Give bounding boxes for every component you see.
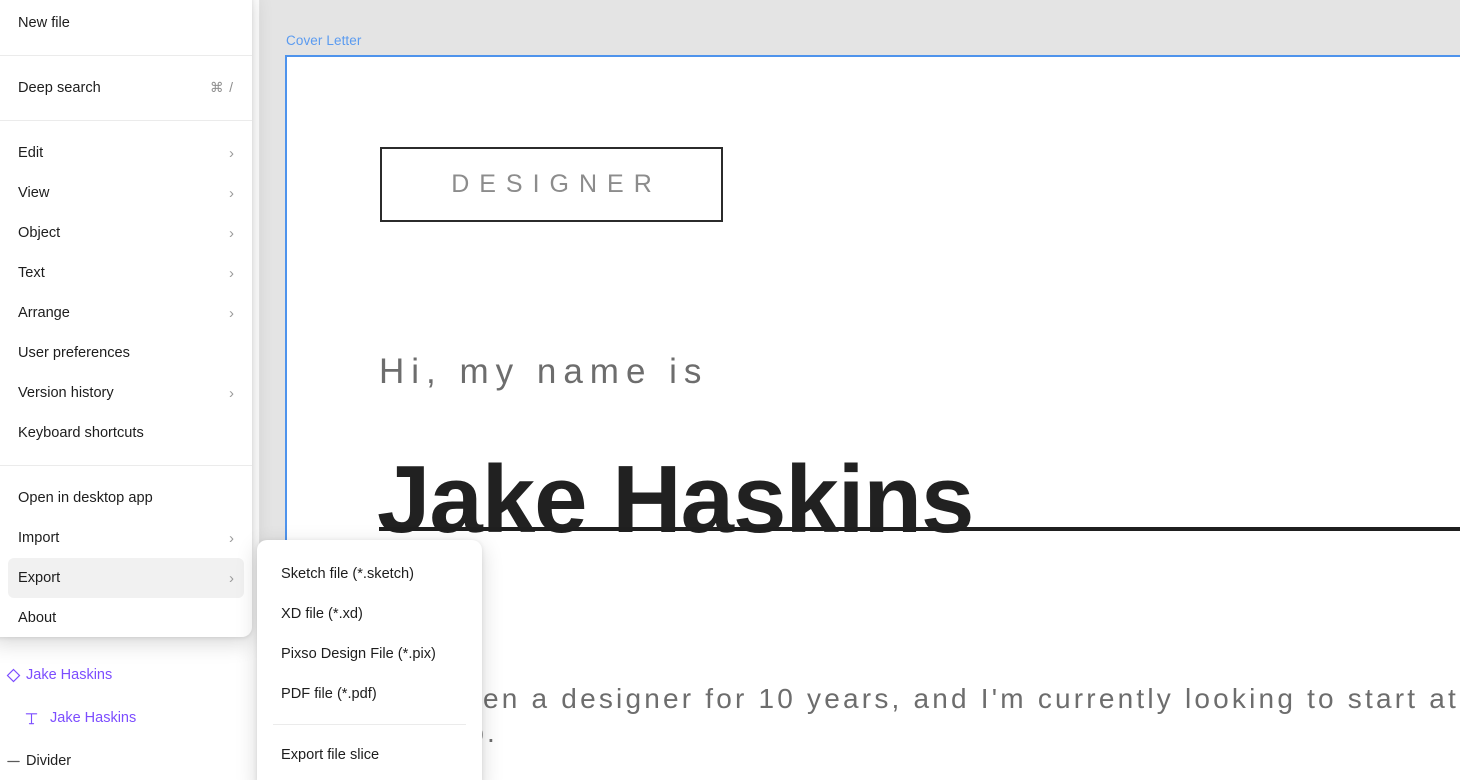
menu-item-version-history[interactable]: Version history › [8, 373, 244, 413]
menu-item-label: Object [18, 225, 61, 241]
chevron-right-icon: › [229, 304, 234, 322]
menu-item-label: Keyboard shortcuts [18, 425, 144, 441]
menu-item-object[interactable]: Object › [8, 213, 244, 253]
menu-separator [0, 55, 252, 56]
list-item-label: Divider [26, 753, 72, 769]
chevron-right-icon: › [229, 224, 234, 242]
menu-item-label: Export [18, 570, 61, 586]
list-item-label: Jake Haskins [50, 710, 137, 726]
menu-item-user-preferences[interactable]: User preferences [8, 333, 244, 373]
menu-group-app: Open in desktop app Import › Export › Ab… [0, 475, 252, 641]
designer-badge-label: DESIGNER [451, 170, 662, 198]
menu-item-shortcut: ⌘ / [209, 80, 234, 95]
submenu-item-label: Export file slice [281, 747, 380, 763]
chevron-right-icon: › [229, 529, 234, 547]
designer-badge[interactable]: DESIGNER [380, 147, 723, 222]
menu-item-label: Version history [18, 385, 114, 401]
greeting-text[interactable]: Hi, my name is [379, 352, 708, 392]
submenu-item-xd-file[interactable]: XD file (*.xd) [265, 594, 474, 634]
submenu-item-pixso-design-file[interactable]: Pixso Design File (*.pix) [265, 634, 474, 674]
menu-item-deep-search[interactable]: Deep search ⌘ / [8, 68, 244, 108]
menu-item-label: Open in desktop app [18, 490, 153, 506]
submenu-item-export-file-slice[interactable]: Export file slice [265, 735, 474, 775]
divider-rule[interactable] [379, 527, 1460, 531]
submenu-item-pdf-file[interactable]: PDF file (*.pdf) [265, 674, 474, 714]
menu-item-label: View [18, 185, 50, 201]
menu-group-editing: Edit › View › Object › Text › Arrange › … [0, 130, 252, 456]
menu-group-file: New file [0, 0, 252, 46]
menu-item-edit[interactable]: Edit › [8, 133, 244, 173]
chevron-right-icon: › [229, 264, 234, 282]
menu-item-label: Arrange [18, 305, 70, 321]
list-item[interactable]: Jake Haskins [0, 655, 260, 695]
menu-separator [0, 120, 252, 121]
chevron-right-icon: › [229, 144, 234, 162]
list-item[interactable]: Divider [0, 741, 260, 780]
menu-item-about[interactable]: About [8, 598, 244, 638]
submenu-item-label: PDF file (*.pdf) [281, 686, 377, 702]
component-icon [0, 668, 26, 683]
chevron-right-icon: › [229, 569, 234, 587]
menu-item-keyboard-shortcuts[interactable]: Keyboard shortcuts [8, 413, 244, 453]
export-submenu[interactable]: Sketch file (*.sketch) XD file (*.xd) Pi… [257, 540, 482, 780]
menu-item-label: Import [18, 530, 60, 546]
submenu-item-sketch-file[interactable]: Sketch file (*.sketch) [265, 554, 474, 594]
menu-item-import[interactable]: Import › [8, 518, 244, 558]
main-dropdown-menu[interactable]: New file Deep search ⌘ / Edit › View › O… [0, 0, 252, 637]
pixso-editor-window: Cover Letter DESIGNER Hi, my name is Jak… [0, 0, 1460, 780]
submenu-item-label: Sketch file (*.sketch) [281, 566, 415, 582]
submenu-item-label: Pixso Design File (*.pix) [281, 646, 436, 662]
text-icon [18, 711, 44, 726]
list-item-label: Jake Haskins [26, 667, 113, 683]
menu-item-label: User preferences [18, 345, 130, 361]
menu-item-new-file[interactable]: New file [8, 3, 244, 43]
menu-item-label: New file [18, 15, 70, 31]
body-paragraph[interactable]: I've been a designer for 10 years, and I… [379, 682, 1460, 749]
menu-item-label: Text [18, 265, 45, 281]
menu-item-arrange[interactable]: Arrange › [8, 293, 244, 333]
menu-item-label: About [18, 610, 57, 626]
name-heading[interactable]: Jake Haskins [377, 452, 974, 548]
menu-item-label: Edit [18, 145, 44, 161]
frame-label-cover-letter[interactable]: Cover Letter [286, 33, 361, 48]
list-item[interactable]: Jake Haskins [0, 698, 260, 738]
menu-item-text[interactable]: Text › [8, 253, 244, 293]
chevron-right-icon: › [229, 384, 234, 402]
submenu-item-label: XD file (*.xd) [281, 606, 363, 622]
menu-item-export[interactable]: Export › [8, 558, 244, 598]
menu-group-search: Deep search ⌘ / [0, 65, 252, 111]
menu-separator [0, 465, 252, 466]
submenu-separator [273, 724, 466, 725]
line-icon [0, 754, 26, 769]
menu-item-open-in-desktop-app[interactable]: Open in desktop app [8, 478, 244, 518]
chevron-right-icon: › [229, 184, 234, 202]
menu-item-label: Deep search [18, 80, 101, 96]
menu-item-view[interactable]: View › [8, 173, 244, 213]
